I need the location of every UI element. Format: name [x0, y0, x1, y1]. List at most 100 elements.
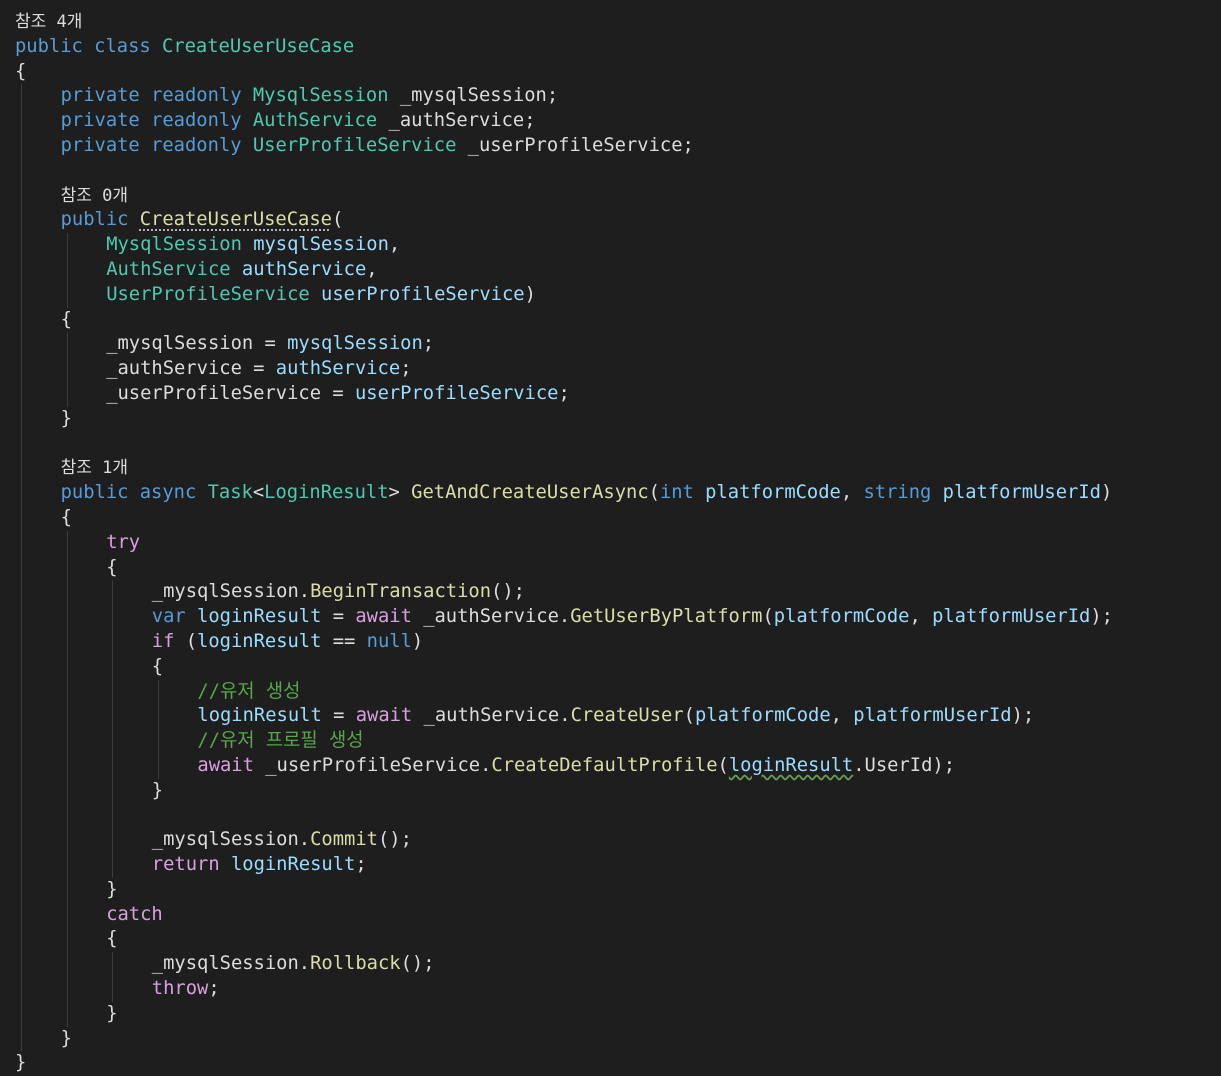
codelens-reference-count[interactable]: 참조 0개: [15, 183, 1221, 209]
code-line: }: [15, 778, 1221, 804]
code-token: ();: [377, 829, 412, 851]
code-line-content: await _userProfileService.CreateDefaultP…: [15, 755, 955, 776]
code-token: (: [762, 606, 774, 628]
code-token: =: [321, 606, 356, 628]
code-token: await: [355, 606, 412, 628]
code-line-content: _mysqlSession.BeginTransaction();: [15, 581, 525, 602]
codelens-reference-count[interactable]: 참조 1개: [15, 456, 1221, 482]
code-line: {: [15, 505, 1221, 531]
reference-count-label: 참조 4개: [15, 12, 83, 32]
code-line-content: }: [15, 1028, 72, 1049]
code-line-content: {: [15, 61, 26, 82]
code-token: {: [15, 60, 27, 82]
code-token: AuthService: [252, 110, 378, 132]
code-line-content: private readonly AuthService _authServic…: [15, 110, 536, 131]
code-token: CreateUser: [570, 705, 684, 727]
code-token: GetAndCreateUserAsync: [411, 482, 649, 504]
code-token: {: [151, 655, 164, 677]
code-line-content: }: [15, 879, 117, 900]
code-token: CreateDefaultProfile: [491, 754, 718, 776]
code-token: mysqlSession: [253, 234, 389, 256]
code-token: loginResult: [197, 606, 322, 628]
code-line: {: [15, 555, 1221, 581]
code-line-content: //유저 생성: [15, 681, 300, 702]
code-token: mysqlSession: [287, 333, 423, 355]
code-token: =: [321, 705, 356, 727]
code-line-content: _userProfileService = userProfileService…: [15, 383, 570, 404]
code-line-content: MysqlSession mysqlSession,: [15, 234, 400, 255]
code-token: public: [60, 482, 129, 504]
code-token: private: [60, 85, 140, 107]
code-token: {: [60, 308, 72, 330]
code-line-content: }: [15, 1003, 117, 1024]
code-token: (: [648, 482, 660, 504]
code-token: );: [1090, 606, 1113, 628]
code-line: try: [15, 530, 1221, 556]
code-token: Task: [207, 482, 253, 504]
code-token: _mysqlSession.: [151, 829, 311, 851]
code-token: .UserId);: [853, 754, 956, 776]
code-line: _mysqlSession.Rollback();: [15, 952, 1221, 978]
code-line: if (loginResult == null): [15, 629, 1221, 655]
code-token: }: [15, 1052, 27, 1074]
code-line: _userProfileService = userProfileService…: [15, 381, 1221, 407]
code-token: private: [60, 134, 140, 156]
code-token: _authService.: [411, 606, 571, 628]
code-token: public: [15, 35, 83, 57]
code-token: (: [717, 754, 729, 776]
code-token: _mysqlSession.: [151, 581, 311, 603]
code-line: _mysqlSession = mysqlSession;: [15, 332, 1221, 358]
code-line-content: private readonly UserProfileService _use…: [15, 135, 694, 156]
code-line-content: UserProfileService userProfileService): [15, 284, 536, 305]
code-token: MysqlSession: [252, 85, 389, 107]
code-token: userProfileService: [321, 283, 525, 305]
code-line: _mysqlSession.BeginTransaction();: [15, 580, 1221, 606]
code-token: var: [151, 606, 186, 628]
code-line: var loginResult = await _authService.Get…: [15, 605, 1221, 630]
code-token: CreateUserUseCase: [162, 35, 355, 57]
code-token: string: [863, 482, 932, 504]
code-line: //유저 프로필 생성: [15, 729, 1221, 754]
code-token: }: [60, 407, 72, 429]
code-token: ,: [366, 258, 378, 280]
code-token: _authService;: [377, 110, 536, 132]
code-token: {: [60, 506, 72, 528]
code-token: _authService =: [106, 358, 276, 380]
code-line: private readonly AuthService _authServic…: [15, 109, 1221, 134]
code-token: Rollback: [310, 953, 401, 975]
code-line: catch: [15, 902, 1221, 928]
code-token: UserProfileService: [252, 134, 457, 156]
code-token: private: [60, 110, 140, 132]
code-line-content: _authService = authService;: [15, 358, 412, 380]
code-line: //유저 생성: [15, 679, 1221, 705]
code-editor[interactable]: 참조 4개 public class CreateUserUseCase { priv…: [15, 10, 1221, 1076]
reference-count-label: 참조 0개: [60, 185, 128, 206]
code-line: loginResult = await _authService.CreateU…: [15, 704, 1221, 730]
code-token: AuthService: [106, 258, 231, 280]
code-line-content: 참조 0개: [15, 186, 128, 206]
code-line-content: var loginResult = await _authService.Get…: [15, 606, 1113, 627]
code-line-content: {: [15, 656, 163, 677]
code-line-content: public class CreateUserUseCase: [15, 36, 354, 57]
code-token: MysqlSession: [106, 234, 242, 256]
code-token: ;: [208, 978, 220, 1000]
code-token: ;: [400, 358, 412, 380]
code-token: loginResult: [728, 754, 854, 776]
code-token: //유저 프로필 생성: [197, 730, 364, 752]
code-token: _userProfileService;: [456, 134, 694, 156]
code-line-content: {: [15, 557, 117, 578]
codelens-reference-count[interactable]: 참조 4개: [15, 10, 1221, 35]
code-token: _userProfileService =: [106, 382, 355, 404]
code-line-content: try: [15, 532, 140, 553]
code-token: );: [1011, 705, 1035, 727]
code-line: {: [15, 60, 1221, 85]
code-line-content: [15, 160, 61, 181]
code-line: [15, 158, 1221, 184]
